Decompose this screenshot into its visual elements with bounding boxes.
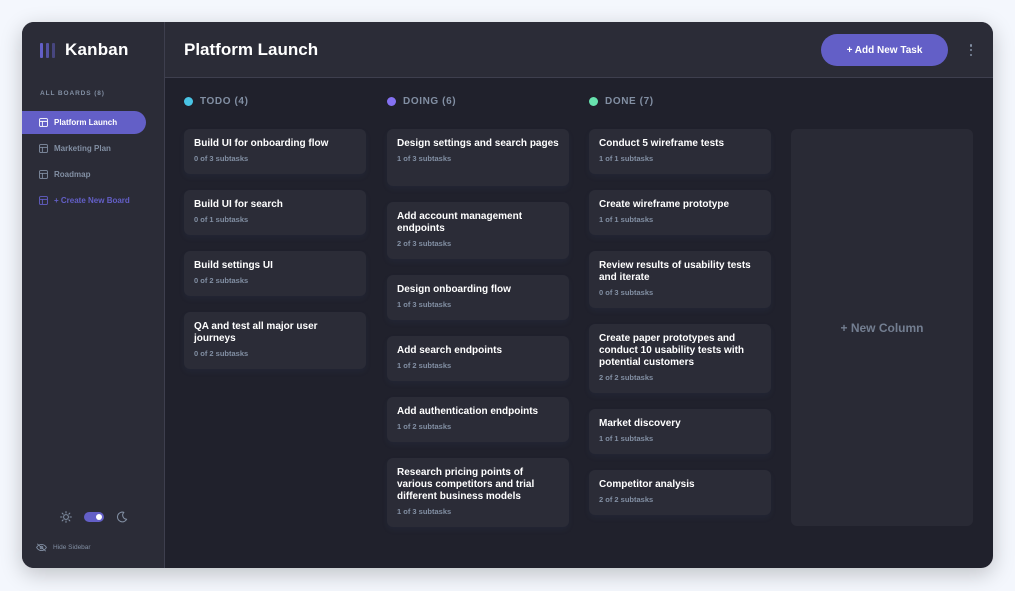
task-subtasks: 1 of 2 subtasks (397, 361, 452, 370)
add-new-task-button[interactable]: + Add New Task (821, 34, 948, 66)
sidebar-item-platform-launch[interactable]: Platform Launch (22, 111, 146, 134)
task-subtasks: 2 of 2 subtasks (599, 373, 654, 382)
task-subtasks: 1 of 3 subtasks (397, 507, 452, 516)
task-card[interactable]: Build UI for onboarding flow 0 of 3 subt… (184, 129, 366, 174)
column-header: DONE (7) (589, 96, 654, 107)
hide-sidebar-label: Hide Sidebar (53, 544, 91, 551)
task-subtasks: 1 of 1 subtasks (599, 154, 654, 163)
theme-toggle (35, 506, 152, 528)
task-subtasks: 2 of 3 subtasks (397, 239, 452, 248)
moon-icon (116, 511, 127, 523)
sun-icon (59, 511, 72, 523)
task-title: Research pricing points of various compe… (397, 467, 535, 502)
sidebar-item-marketing-plan[interactable]: Marketing Plan (22, 137, 146, 160)
board-icon (39, 196, 48, 205)
sidebar-item-label: Marketing Plan (54, 144, 111, 153)
task-title: Market discovery (599, 418, 681, 429)
column-label: TODO (4) (200, 96, 249, 107)
more-options-icon[interactable] (965, 42, 977, 58)
task-card[interactable]: Add search endpoints 1 of 2 subtasks (387, 336, 569, 381)
column-header: TODO (4) (184, 96, 249, 107)
task-subtasks: 0 of 2 subtasks (194, 276, 249, 285)
sidebar: Kanban ALL BOARDS (8) Platform Launch Ma… (22, 22, 165, 568)
task-card[interactable]: QA and test all major user journeys 0 of… (184, 312, 366, 369)
task-title: Review results of usability tests and it… (599, 260, 751, 283)
task-subtasks: 1 of 3 subtasks (397, 300, 452, 309)
board-icon (39, 170, 48, 179)
app-name: Kanban (65, 40, 129, 59)
task-card[interactable]: Build UI for search 0 of 1 subtasks (184, 190, 366, 235)
task-title: Add search endpoints (397, 345, 503, 356)
task-title: Competitor analysis (599, 479, 695, 490)
status-dot (184, 97, 193, 106)
kanban-logo-icon (40, 42, 55, 58)
task-title: Add account management endpoints (397, 211, 523, 234)
app-window: Kanban ALL BOARDS (8) Platform Launch Ma… (22, 22, 993, 568)
task-title: Add authentication endpoints (397, 406, 539, 417)
create-new-board-button[interactable]: + Create New Board (22, 189, 146, 212)
task-card[interactable]: Add authentication endpoints 1 of 2 subt… (387, 397, 569, 442)
task-card[interactable]: Create paper prototypes and conduct 10 u… (589, 324, 771, 393)
sidebar-item-label: Platform Launch (54, 118, 118, 127)
sidebar-item-label: Roadmap (54, 170, 91, 179)
eye-slash-icon (36, 543, 47, 552)
task-title: Design settings and search pages (397, 138, 559, 149)
task-card[interactable]: Research pricing points of various compe… (387, 458, 569, 527)
task-subtasks: 1 of 2 subtasks (397, 422, 452, 431)
board-area: Platform Launch + Add New Task TODO (4) … (165, 22, 993, 568)
task-card[interactable]: Conduct 5 wireframe tests 1 of 1 subtask… (589, 129, 771, 174)
task-card[interactable]: Review results of usability tests and it… (589, 251, 771, 308)
task-card[interactable]: Create wireframe prototype 1 of 1 subtas… (589, 190, 771, 235)
hide-sidebar-button[interactable]: Hide Sidebar (36, 543, 91, 552)
boards-heading: ALL BOARDS (8) (40, 90, 105, 97)
create-board-label: + Create New Board (54, 196, 130, 205)
task-card[interactable]: Build settings UI 0 of 2 subtasks (184, 251, 366, 296)
task-subtasks: 0 of 1 subtasks (194, 215, 249, 224)
top-header: Platform Launch + Add New Task (165, 22, 993, 78)
task-subtasks: 1 of 1 subtasks (599, 215, 654, 224)
task-subtasks: 2 of 2 subtasks (599, 495, 654, 504)
task-title: Build settings UI (194, 260, 273, 271)
app-logo: Kanban (40, 40, 129, 60)
task-title: Conduct 5 wireframe tests (599, 138, 725, 149)
task-title: Create paper prototypes and conduct 10 u… (599, 333, 745, 368)
theme-switch[interactable] (83, 512, 104, 522)
task-card[interactable]: Competitor analysis 2 of 2 subtasks (589, 470, 771, 515)
task-subtasks: 0 of 3 subtasks (599, 288, 654, 297)
task-subtasks: 0 of 3 subtasks (194, 154, 249, 163)
column-label: DONE (7) (605, 96, 654, 107)
task-card[interactable]: Design onboarding flow 1 of 3 subtasks (387, 275, 569, 320)
task-card[interactable]: Design settings and search pages 1 of 3 … (387, 129, 569, 186)
status-dot (387, 97, 396, 106)
board-icon (39, 118, 48, 127)
board-icon (39, 144, 48, 153)
status-dot (589, 97, 598, 106)
page-title: Platform Launch (184, 39, 319, 59)
task-title: Build UI for search (194, 199, 283, 210)
task-title: Create wireframe prototype (599, 199, 730, 210)
task-card[interactable]: Add account management endpoints 2 of 3 … (387, 202, 569, 259)
task-subtasks: 0 of 2 subtasks (194, 349, 249, 358)
task-title: Design onboarding flow (397, 284, 511, 295)
task-title: QA and test all major user journeys (194, 321, 318, 344)
task-subtasks: 1 of 1 subtasks (599, 434, 654, 443)
new-column-button[interactable]: + New Column (791, 129, 973, 526)
task-subtasks: 1 of 3 subtasks (397, 154, 452, 163)
task-card[interactable]: Market discovery 1 of 1 subtasks (589, 409, 771, 454)
task-title: Build UI for onboarding flow (194, 138, 329, 149)
sidebar-item-roadmap[interactable]: Roadmap (22, 163, 146, 186)
column-label: DOING (6) (403, 96, 457, 107)
column-header: DOING (6) (387, 96, 456, 107)
